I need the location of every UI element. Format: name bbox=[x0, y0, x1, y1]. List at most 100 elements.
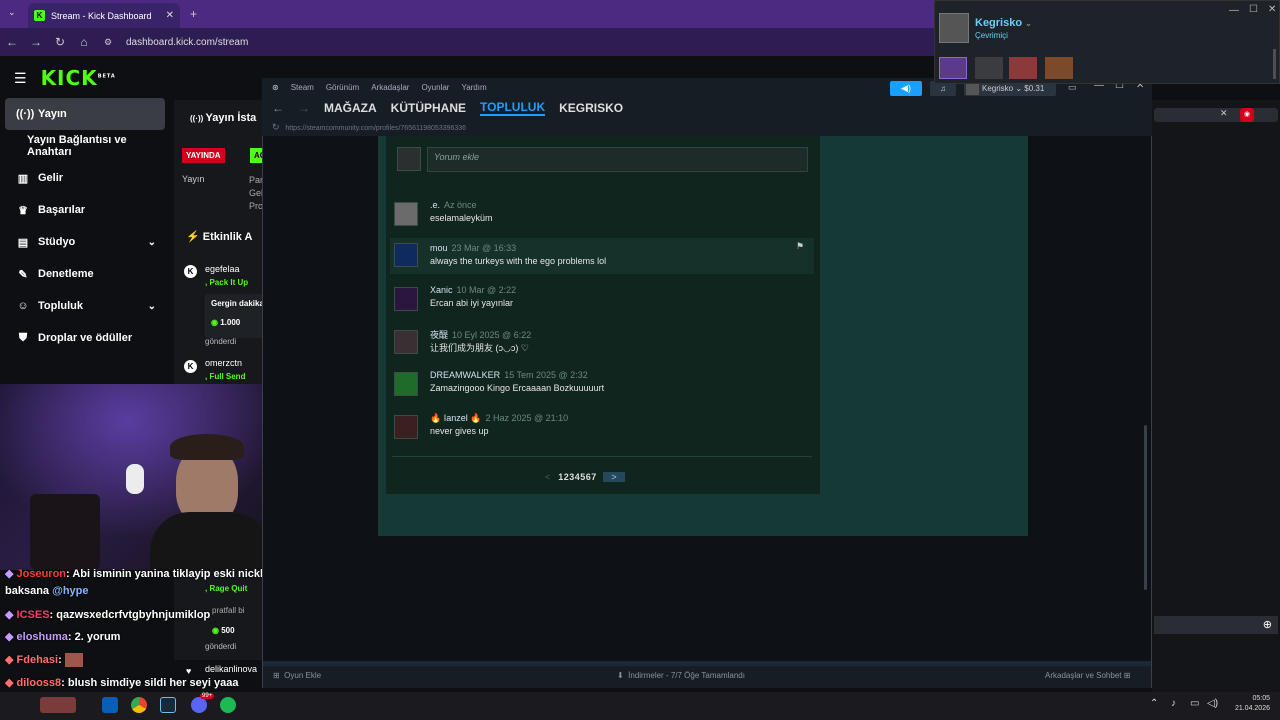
avatar[interactable] bbox=[394, 243, 418, 267]
stat-col-2: Gel bbox=[249, 188, 264, 198]
author-name[interactable]: .e. bbox=[430, 200, 440, 210]
steam-icon[interactable] bbox=[160, 697, 176, 713]
comment-input[interactable]: Yorum ekle bbox=[427, 147, 808, 172]
chat-user[interactable]: dilooss8 bbox=[17, 677, 62, 689]
avatar[interactable] bbox=[394, 415, 418, 439]
announce-button[interactable]: ◀) bbox=[890, 81, 922, 96]
volume-icon[interactable]: ◁) bbox=[1207, 698, 1218, 709]
friend-avatar[interactable] bbox=[1045, 57, 1073, 79]
sidebar-item-droplar[interactable]: ⛊ Droplar ve ödüller bbox=[0, 322, 170, 354]
browser-tab[interactable]: K Stream - Kick Dashboard ✕ bbox=[28, 3, 180, 28]
right-search-field[interactable]: ✕ bbox=[1154, 108, 1278, 122]
maximize-icon[interactable]: ☐ bbox=[1249, 4, 1258, 15]
minimize-icon[interactable]: — bbox=[1229, 5, 1239, 16]
chevron-down-icon[interactable]: ⌄ bbox=[148, 301, 156, 312]
chat-user[interactable]: eloshuma bbox=[17, 631, 68, 643]
chevron-down-icon[interactable]: ⌄ bbox=[1025, 19, 1032, 28]
tab-profile[interactable]: KEGRISKO bbox=[559, 101, 623, 115]
refresh-icon[interactable]: ↻ bbox=[272, 122, 280, 132]
sidebar-item-yayin[interactable]: ((·)) Yayın bbox=[5, 98, 165, 130]
page-numbers[interactable]: 1 2 3 4 5 6 7 bbox=[558, 472, 596, 482]
new-tab-button[interactable]: + bbox=[190, 7, 197, 21]
author-name[interactable]: 夜醍 bbox=[430, 330, 448, 340]
friends-chat-button[interactable]: Arkadaşlar ve Sohbet ⊞ bbox=[1045, 671, 1130, 680]
clock-date: 21.04.2026 bbox=[1234, 705, 1270, 712]
sidebar-item-gelir[interactable]: ▥ Gelir bbox=[0, 162, 170, 194]
add-icon[interactable]: ⊕ bbox=[1263, 618, 1272, 631]
tab-community[interactable]: TOPLULUK bbox=[480, 100, 546, 116]
downloads-status[interactable]: ⬇ İndirmeler - 7/7 Öğe Tamamlandı bbox=[617, 671, 745, 680]
clear-icon[interactable]: ✕ bbox=[1220, 108, 1228, 119]
sidebar-item-topluluk[interactable]: ☺ Topluluk ⌄ bbox=[0, 290, 170, 322]
event-user[interactable]: omerzctn bbox=[205, 358, 242, 368]
menu-help[interactable]: Yardım bbox=[461, 83, 486, 92]
friend-avatar[interactable] bbox=[1009, 57, 1037, 79]
sidebar-item-stream-key[interactable]: Yayın Bağlantısı ve Anahtarı bbox=[0, 130, 170, 162]
tab-library[interactable]: KÜTÜPHANE bbox=[391, 101, 466, 115]
outlook-icon[interactable] bbox=[102, 697, 118, 713]
sidebar-item-label: Yayın Bağlantısı ve Anahtarı bbox=[27, 134, 127, 158]
friends-scrollbar[interactable] bbox=[1273, 49, 1276, 79]
chevron-up-icon[interactable]: ⌃ bbox=[1150, 698, 1158, 709]
sidebar-item-basarilar[interactable]: ♛ Başarılar bbox=[0, 194, 170, 226]
close-tab-icon[interactable]: ✕ bbox=[166, 10, 174, 21]
back-icon[interactable]: ← bbox=[272, 101, 284, 115]
avatar[interactable] bbox=[394, 372, 418, 396]
kick-logo[interactable]: KICKBETA bbox=[41, 66, 116, 90]
sidebar-item-studyo[interactable]: ▤ Stüdyo ⌄ bbox=[0, 226, 170, 258]
prev-page-button[interactable]: < bbox=[545, 472, 550, 482]
url-field[interactable]: dashboard.kick.com/stream bbox=[126, 37, 248, 48]
chat-input[interactable]: ⊕ bbox=[1154, 616, 1278, 634]
microphone-icon[interactable]: ♪ bbox=[1171, 698, 1176, 709]
chevron-down-icon[interactable]: ⌄ bbox=[148, 237, 156, 248]
author-name[interactable]: Xanic bbox=[430, 285, 453, 295]
flag-icon[interactable]: ⚑ bbox=[796, 241, 804, 252]
clock[interactable]: 05:05 21.04.2026 bbox=[1230, 694, 1270, 714]
menu-icon[interactable]: ☰ bbox=[14, 70, 27, 87]
steam-logo-icon[interactable]: ⊛ bbox=[272, 83, 279, 92]
menu-games[interactable]: Oyunlar bbox=[421, 83, 449, 92]
stat-col-3: Pro bbox=[249, 201, 264, 211]
menu-steam[interactable]: Steam bbox=[291, 83, 314, 92]
tab-store[interactable]: MAĞAZA bbox=[324, 101, 377, 115]
menu-view[interactable]: Görünüm bbox=[326, 83, 359, 92]
sidebar-item-denetleme[interactable]: ✎ Denetleme bbox=[0, 258, 170, 290]
display-icon[interactable]: ▭ bbox=[1190, 698, 1199, 709]
add-game-button[interactable]: ⊞ Oyun Ekle bbox=[273, 671, 321, 680]
avatar[interactable] bbox=[939, 13, 969, 43]
notification-icon[interactable]: ◉ bbox=[1240, 108, 1254, 122]
steam-scrollbar[interactable] bbox=[1144, 425, 1147, 590]
avatar[interactable] bbox=[394, 287, 418, 311]
taskbar-app-icon[interactable] bbox=[40, 697, 76, 713]
home-icon[interactable]: ⌂ bbox=[72, 35, 96, 49]
chrome-icon[interactable] bbox=[131, 697, 147, 713]
avatar[interactable] bbox=[394, 202, 418, 226]
chat-user[interactable]: Fdehasi bbox=[17, 654, 59, 666]
menu-friends[interactable]: Arkadaşlar bbox=[371, 83, 409, 92]
sidebar-item-label: Yayın bbox=[38, 108, 67, 120]
discord-icon[interactable] bbox=[191, 697, 207, 713]
reload-icon[interactable]: ↻ bbox=[48, 35, 72, 49]
event-user[interactable]: delikanlinova bbox=[205, 664, 257, 674]
spotify-icon[interactable] bbox=[220, 697, 236, 713]
chat-user[interactable]: ICSES bbox=[17, 609, 50, 621]
event-user[interactable]: egefelaa bbox=[205, 264, 240, 274]
event-amount: ◉ 1.000 bbox=[211, 318, 240, 327]
friend-name[interactable]: Kegrisko ⌄ bbox=[975, 17, 1032, 29]
friend-avatar[interactable] bbox=[975, 57, 1003, 79]
next-page-button[interactable]: > bbox=[603, 471, 625, 482]
bell-icon: ♫ bbox=[940, 84, 946, 93]
forward-icon[interactable]: → bbox=[24, 35, 48, 49]
author-name[interactable]: DREAMWALKER bbox=[430, 370, 500, 380]
forward-icon[interactable]: → bbox=[298, 101, 310, 115]
chat-mention[interactable]: @hype bbox=[52, 585, 88, 597]
author-name[interactable]: mou bbox=[430, 243, 448, 253]
author-name[interactable]: 🔥 Ianzel 🔥 bbox=[430, 413, 481, 423]
tab-list-chevron-icon[interactable]: ⌄ bbox=[8, 7, 16, 18]
avatar[interactable] bbox=[394, 330, 418, 354]
chat-user[interactable]: Joseuron bbox=[17, 568, 67, 580]
friend-avatar[interactable] bbox=[939, 57, 967, 79]
close-icon[interactable]: ✕ bbox=[1268, 4, 1276, 15]
site-info-icon[interactable]: ⚙ bbox=[96, 37, 120, 48]
back-icon[interactable]: ← bbox=[0, 35, 24, 49]
